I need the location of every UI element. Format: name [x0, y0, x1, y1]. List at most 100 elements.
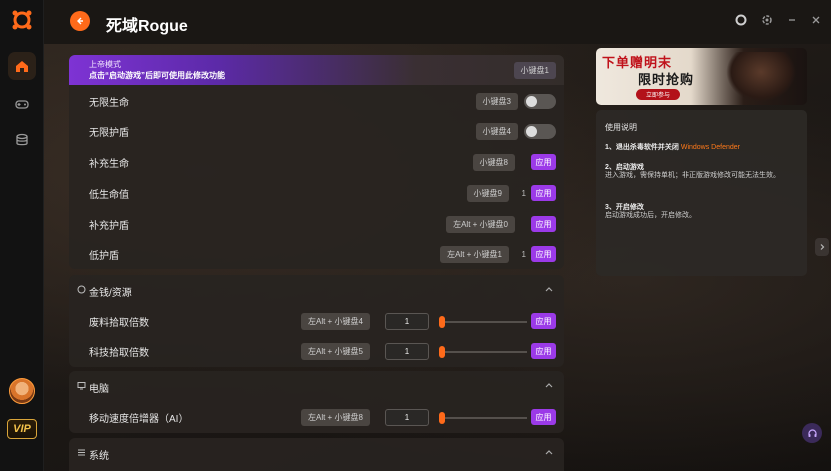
- cheat-label: 科技拾取倍数: [89, 348, 149, 359]
- support-button[interactable]: [802, 423, 822, 443]
- guide-step-2-text: 进入游戏，需保持单机；非正版游戏修改可能无法生效。: [605, 172, 780, 179]
- windows-defender-link: Windows Defender: [680, 144, 740, 151]
- promo-banner[interactable]: 下单赠明末 限时抢购 立即参与: [596, 48, 807, 105]
- page-title: 死域Rogue: [106, 18, 188, 35]
- title-bar: 死域Rogue: [44, 0, 831, 44]
- promo-figure: [726, 52, 796, 102]
- cheat-label: 移动速度倍增器（AI）: [89, 414, 189, 425]
- cheat-row: 低护盾 左Alt + 小键盘1 1 应用: [69, 239, 564, 269]
- arrow-left-icon: [77, 17, 83, 25]
- hotkey-button[interactable]: 小键盘8: [472, 154, 515, 171]
- apply-button[interactable]: 应用: [531, 216, 556, 232]
- value-slider[interactable]: [439, 346, 527, 358]
- slider-knob[interactable]: [439, 346, 445, 358]
- value-input[interactable]: 1: [385, 313, 429, 330]
- record-icon[interactable]: [735, 14, 747, 26]
- coin-icon: [77, 285, 86, 294]
- apply-button[interactable]: 应用: [531, 313, 556, 329]
- section-header[interactable]: 系统: [69, 438, 564, 468]
- cheat-row: 补充护盾 左Alt + 小键盘0 应用: [69, 209, 564, 239]
- hotkey-button[interactable]: 小键盘1: [513, 62, 556, 79]
- cheat-row: 无限护盾 小键盘4: [69, 116, 564, 146]
- slider-knob[interactable]: [439, 316, 445, 328]
- usage-guide: 使用说明 1、退出杀毒软件并关闭 Windows Defender 2、启动游戏…: [596, 110, 807, 276]
- section-header[interactable]: 金钱/资源: [69, 275, 564, 305]
- chevron-up-icon[interactable]: [544, 380, 554, 390]
- section-title: 电脑: [89, 384, 109, 395]
- hotkey-button[interactable]: 左Alt + 小键盘4: [301, 313, 370, 330]
- value-slider[interactable]: [439, 316, 527, 328]
- settings-icon[interactable]: [761, 14, 773, 26]
- cheat-row: 科技拾取倍数 左Alt + 小键盘5 1 应用: [69, 336, 564, 366]
- apply-button[interactable]: 应用: [531, 154, 556, 170]
- hotkey-button[interactable]: 左Alt + 小键盘8: [301, 409, 370, 426]
- godmode-panel: 上帝模式 点击“启动游戏”后即可使用此修改功能 小键盘1 无限生命 小键盘3 无…: [69, 55, 564, 269]
- chevron-up-icon[interactable]: [544, 447, 554, 457]
- cheat-label: 补充护盾: [89, 221, 129, 232]
- hotkey-button[interactable]: 左Alt + 小键盘0: [446, 216, 515, 233]
- guide-step-1-text: 1、退出杀毒软件并关闭: [605, 144, 681, 151]
- cheat-label: 废料拾取倍数: [89, 318, 149, 329]
- expand-panel-button[interactable]: [815, 238, 829, 256]
- value-input[interactable]: 1: [385, 409, 429, 426]
- cheat-toggle[interactable]: [524, 94, 556, 109]
- close-icon[interactable]: [811, 15, 821, 25]
- cheat-label: 低护盾: [89, 251, 119, 262]
- sidebar-item-home[interactable]: [8, 52, 36, 80]
- cheat-row: 补充生命 小键盘8 应用: [69, 147, 564, 177]
- system-icon: [78, 449, 85, 456]
- cheat-row: 移动速度倍增器（AI） 左Alt + 小键盘8 1 应用: [69, 402, 564, 432]
- value-input[interactable]: 1: [385, 343, 429, 360]
- chevron-up-icon[interactable]: [544, 284, 554, 294]
- section-header[interactable]: 电脑: [69, 371, 564, 401]
- cheat-row: 废料拾取倍数 左Alt + 小键盘4 1 应用: [69, 306, 564, 336]
- guide-step-1: 1、退出杀毒软件并关闭 Windows Defender: [605, 142, 740, 152]
- section-title: 系统: [89, 451, 109, 462]
- apply-button[interactable]: 应用: [531, 185, 556, 201]
- gamepad-icon: [15, 100, 29, 109]
- chevron-right-icon: [820, 244, 825, 250]
- hotkey-button[interactable]: 左Alt + 小键盘1: [440, 246, 509, 263]
- guide-step-3-text: 启动游戏成功后，开启修改。: [605, 212, 696, 219]
- mode-label: 上帝模式: [89, 60, 121, 69]
- promo-cta-button[interactable]: 立即参与: [636, 89, 680, 100]
- section-money: 金钱/资源 废料拾取倍数 左Alt + 小键盘4 1 应用 科技拾取倍数 左Al…: [69, 275, 564, 367]
- cheat-label: 无限护盾: [89, 128, 129, 139]
- section-title: 金钱/资源: [89, 288, 132, 299]
- sidebar-item-games[interactable]: [8, 90, 36, 118]
- cheat-label: 低生命值: [89, 190, 129, 201]
- promo-subheadline: 限时抢购: [638, 73, 695, 88]
- hotkey-button[interactable]: 小键盘3: [475, 93, 518, 110]
- hotkey-button[interactable]: 小键盘9: [466, 185, 509, 202]
- slider-knob[interactable]: [439, 412, 445, 424]
- home-icon: [16, 61, 28, 72]
- launch-note: 点击“启动游戏”后即可使用此修改功能: [89, 71, 225, 80]
- apply-button[interactable]: 应用: [531, 409, 556, 425]
- cheat-label: 补充生命: [89, 159, 129, 170]
- value-slider[interactable]: [439, 412, 527, 424]
- sidebar: VIP: [0, 0, 44, 471]
- app-window: VIP 死域Rogue 上帝模式 点击“启动游戏”后即可使用此修改功能 小键盘1…: [0, 0, 831, 471]
- cheat-row: 无限生命 小键盘3: [69, 86, 564, 116]
- cheat-toggle[interactable]: [524, 124, 556, 139]
- computer-icon: [77, 382, 86, 390]
- window-controls: [735, 14, 821, 26]
- cheat-count: 1: [521, 189, 526, 198]
- cheat-label: 无限生命: [89, 98, 129, 109]
- sidebar-item-data[interactable]: [8, 126, 36, 154]
- back-button[interactable]: [70, 11, 90, 31]
- section-pc: 电脑 移动速度倍增器（AI） 左Alt + 小键盘8 1 应用: [69, 371, 564, 433]
- apply-button[interactable]: 应用: [531, 343, 556, 359]
- avatar[interactable]: [9, 378, 35, 404]
- apply-button[interactable]: 应用: [531, 246, 556, 262]
- godmode-banner: 上帝模式 点击“启动游戏”后即可使用此修改功能 小键盘1: [69, 55, 564, 85]
- minimize-icon[interactable]: [787, 15, 797, 25]
- database-icon: [16, 133, 28, 146]
- headset-icon: [807, 428, 817, 437]
- cheat-count: 1: [521, 250, 526, 259]
- hotkey-button[interactable]: 小键盘4: [475, 123, 518, 140]
- guide-heading: 使用说明: [605, 123, 637, 132]
- hotkey-button[interactable]: 左Alt + 小键盘5: [301, 343, 370, 360]
- app-logo-icon: [12, 10, 32, 30]
- vip-badge[interactable]: VIP: [7, 419, 37, 439]
